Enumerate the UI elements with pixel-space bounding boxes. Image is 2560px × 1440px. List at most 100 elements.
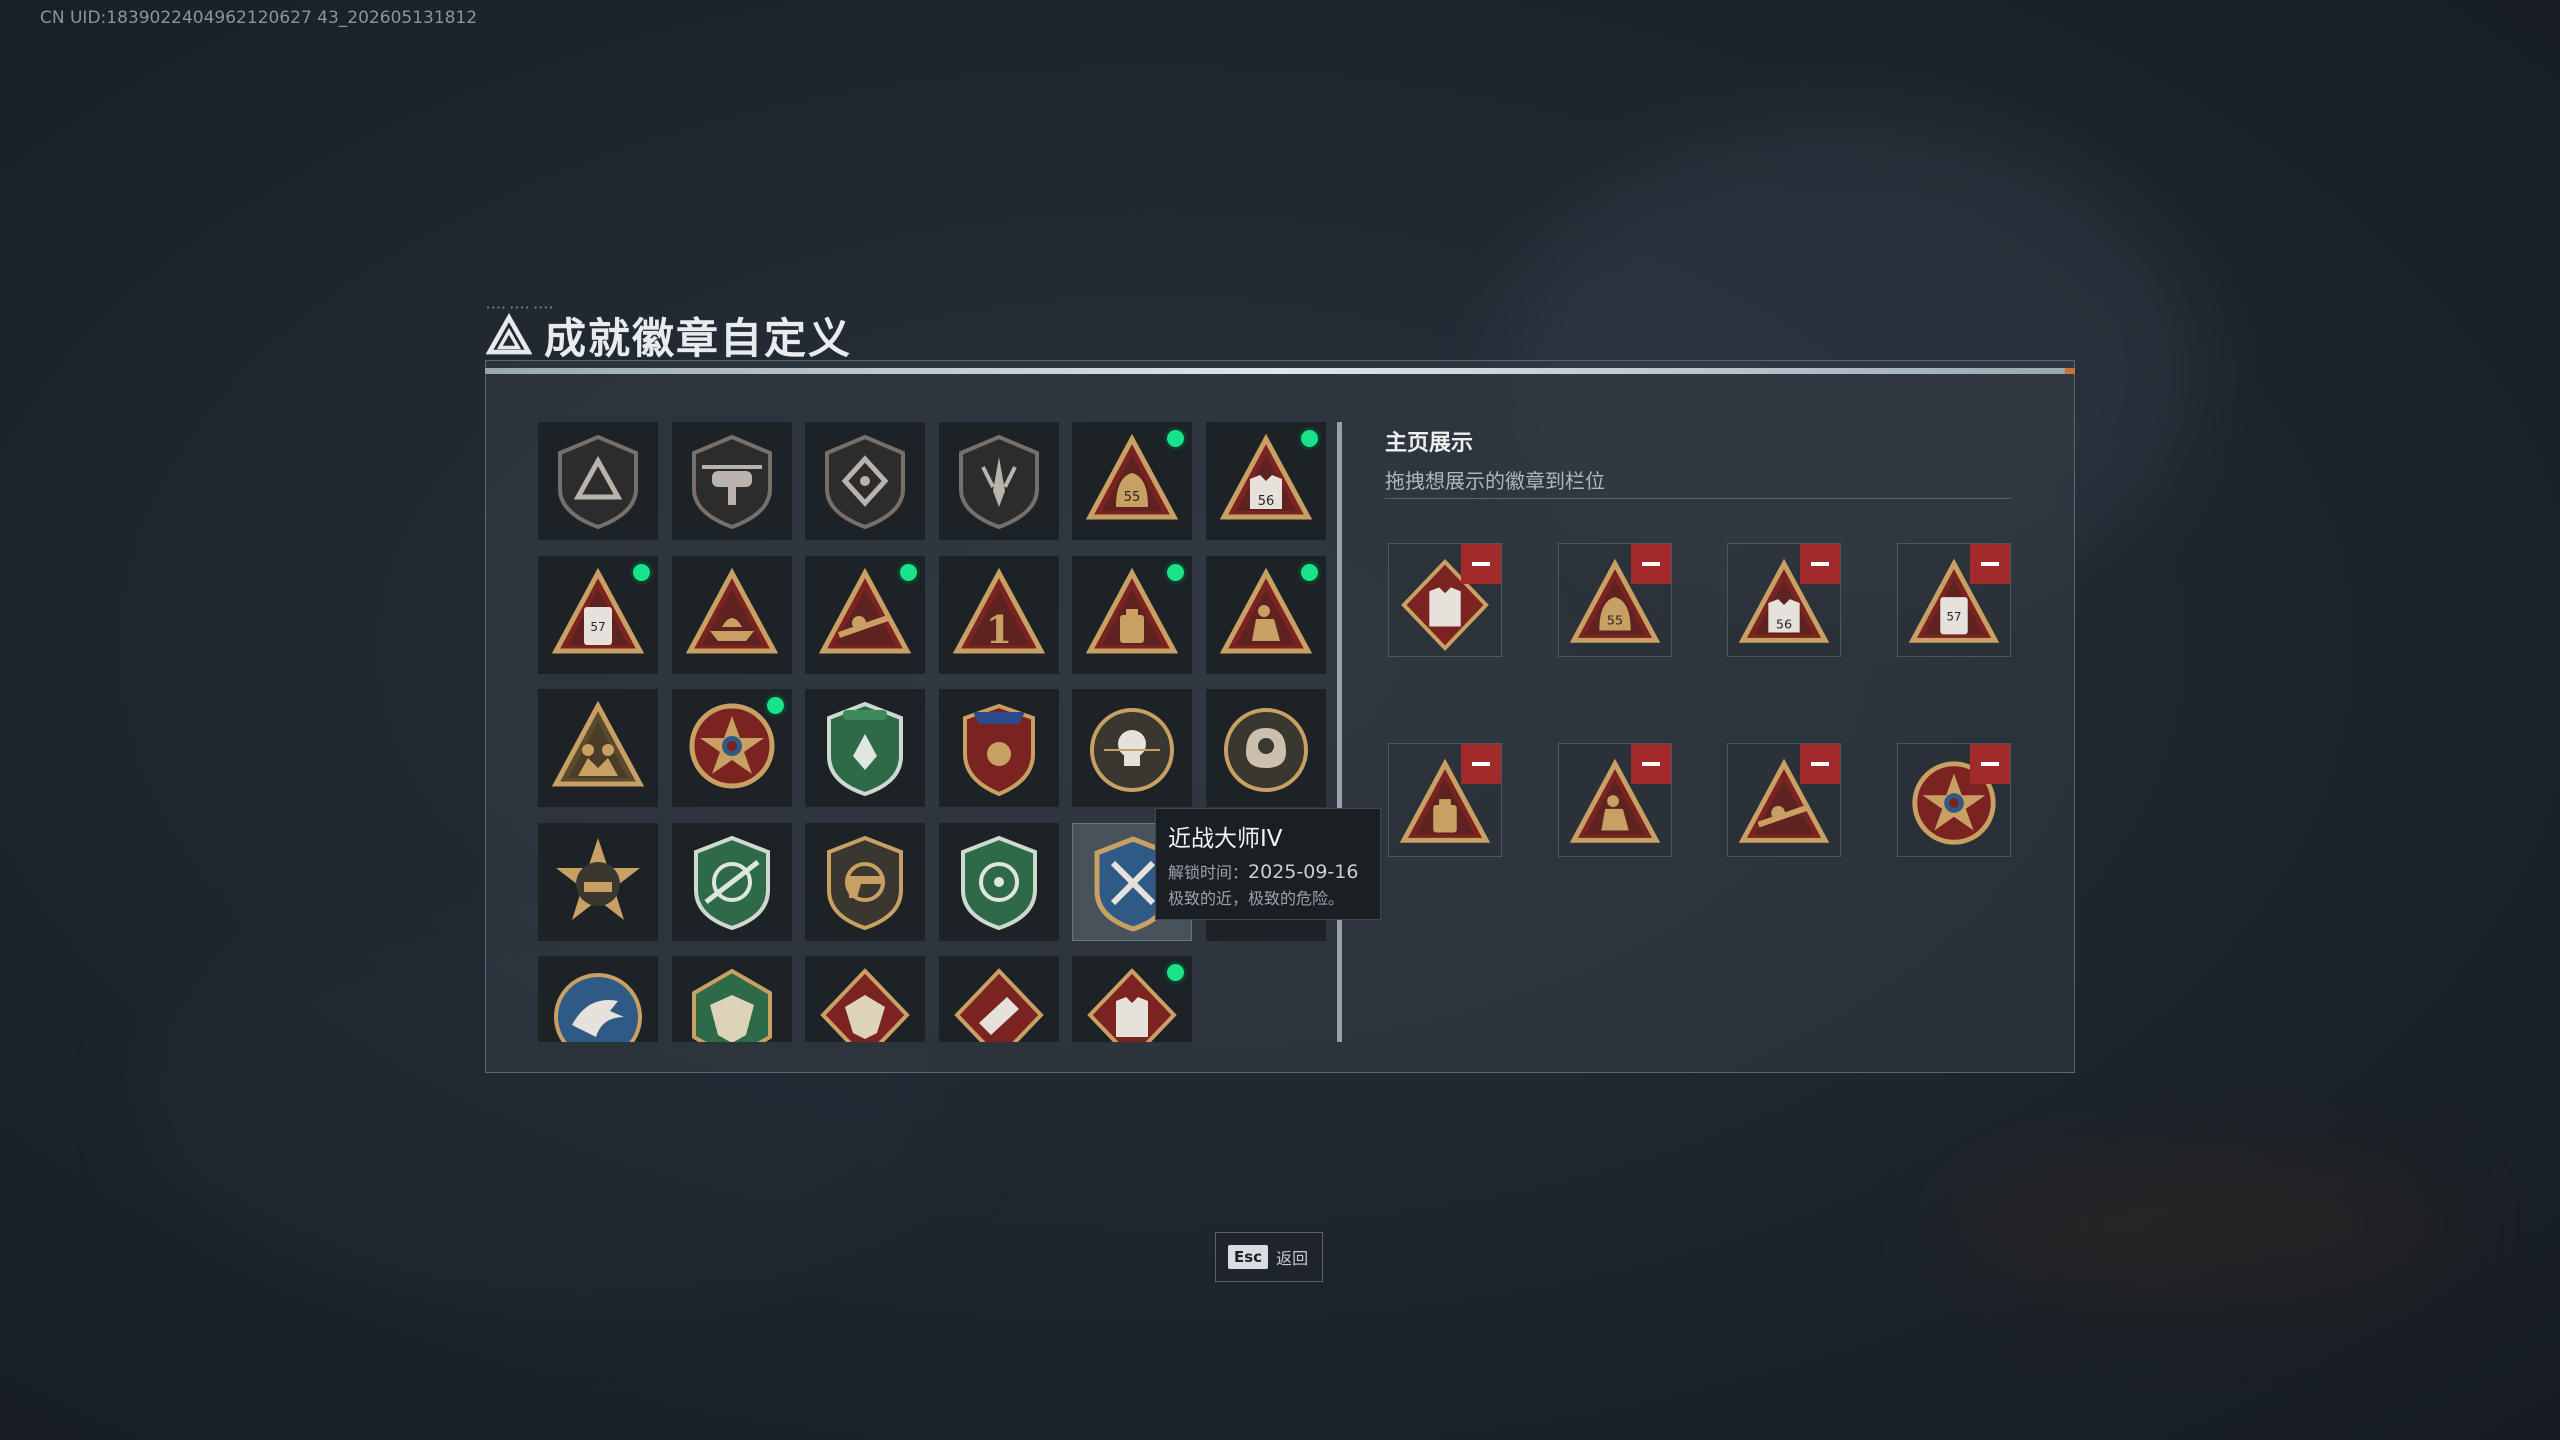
remove-badge-button[interactable] [1630,544,1671,584]
vest-56-badge-icon: 56 [1219,433,1312,520]
blade-shield-badge-icon [958,434,1039,530]
back-label: 返回 [1276,1249,1309,1268]
red-crest-badge-icon [962,703,1035,797]
new-indicator-dot [1167,964,1184,981]
badge-cell[interactable] [671,956,792,1042]
svg-text:55: 55 [1124,490,1141,505]
back-button[interactable]: Esc 返回 [1215,1232,1323,1282]
remove-badge-button[interactable] [1800,544,1841,584]
badge-cell[interactable] [938,422,1059,540]
uid-label: CN UID:1839022404962120627 43_2026051318… [40,8,478,28]
canister-57-badge-icon: 57 [551,567,645,653]
esc-key-icon: Esc [1228,1245,1269,1269]
showcase-subtitle: 拖拽想展示的徽章到栏位 [1385,469,1605,493]
badge-cell[interactable] [1205,689,1326,807]
sniper-triangle-badge-icon [818,567,912,653]
bag-55-badge-icon: 55 [1085,433,1179,520]
badge-cell[interactable] [1072,555,1192,674]
tooltip-title: 近战大师IV [1168,826,1283,852]
badge-cell[interactable] [538,956,658,1042]
badge-tooltip: 近战大师IV 解锁时间：2025-09-16 极致的近，极致的危险。 [1155,808,1381,920]
new-indicator-dot [1167,430,1184,447]
page-header: 成就徽章自定义 [486,305,852,366]
diamond-shield-badge-icon [825,434,905,530]
badge-cell[interactable] [805,822,925,941]
boat-triangle-badge-icon [685,567,778,653]
badge-cell[interactable] [538,822,658,941]
skull-medallion-badge-icon [1090,708,1174,792]
green-rifle-shield-badge-icon [693,835,770,930]
badge-cell[interactable] [938,689,1059,807]
badge-cell[interactable]: 55 [1072,422,1192,540]
showcase-divider [1385,498,2011,499]
badge-cell[interactable] [805,555,925,674]
tooltip-unlock-label: 解锁时间： [1168,863,1249,882]
badge-cell[interactable] [1072,956,1192,1042]
tooltip-description: 极致的近，极致的危险。 [1168,889,1345,908]
badge-cell[interactable] [671,422,792,540]
svg-text:55: 55 [1607,614,1623,629]
remove-badge-button[interactable] [1630,744,1671,784]
badge-cell[interactable] [671,689,792,807]
showcase-slot[interactable] [1388,743,1502,857]
green-crest-badge-icon [827,701,903,797]
panel-top-border [485,368,2075,374]
showcase-slot[interactable] [1557,743,1672,857]
remove-badge-button[interactable] [1461,544,1501,584]
svg-text:57: 57 [590,620,605,634]
badge-grid[interactable]: 55 56 57 1 [538,422,1328,1042]
badge-cell[interactable] [1072,689,1192,807]
svg-text:56: 56 [1257,494,1274,509]
remove-badge-button[interactable] [1461,744,1501,784]
squad-triangle-badge-icon [551,700,645,787]
badge-cell[interactable] [1205,555,1326,674]
showcase-slot[interactable] [1897,743,2012,857]
new-indicator-dot [1300,563,1318,581]
svg-text:1: 1 [985,607,1011,652]
number-one-triangle-badge-icon: 1 [952,567,1045,653]
showcase-slot[interactable]: 55 [1557,543,1672,657]
showcase-slot[interactable]: 56 [1727,543,1842,657]
crouch-soldier-triangle-badge-icon [1219,567,1312,653]
badge-grid-scrollbar[interactable] [1337,422,1342,1042]
helicopter-shield-badge-icon [691,434,772,530]
new-indicator-dot [900,563,917,581]
badge-cell[interactable] [538,689,658,807]
remove-badge-button[interactable] [1800,744,1841,784]
badge-cell[interactable] [805,689,925,807]
badge-cell[interactable] [938,956,1059,1042]
showcase-header: 主页展示 拖拽想展示的徽章到栏位 [1385,425,1605,494]
badge-cell[interactable] [671,822,792,941]
tooltip-unlock-date: 2025-09-16 [1248,861,1359,883]
new-indicator-dot [1300,430,1318,447]
red-beast-badge-icon [820,968,910,1042]
star-medal-badge-icon [689,703,774,789]
triangle-logo-icon [486,312,532,354]
new-indicator-dot [633,563,650,581]
showcase-slot[interactable]: 57 [1897,543,2012,657]
badge-cell[interactable] [805,422,925,540]
shield-triangle-badge-icon [558,434,638,530]
green-target-shield-badge-icon [960,835,1037,930]
badge-cell[interactable] [805,956,925,1042]
remove-badge-button[interactable] [1970,544,2011,584]
pistol-shield-badge-icon [827,835,903,930]
brain-medallion-badge-icon [1223,708,1308,792]
new-indicator-dot [1167,563,1184,581]
badge-cell[interactable] [538,422,658,540]
page-title: 成就徽章自定义 [544,314,853,363]
badge-cell[interactable]: 56 [1205,422,1326,540]
green-beast-badge-icon [691,968,772,1042]
badge-cell[interactable]: 57 [538,555,658,674]
badge-cell[interactable] [671,555,792,674]
badge-cell[interactable] [938,822,1059,941]
new-indicator-dot [766,697,784,714]
showcase-slot[interactable] [1727,743,1842,857]
showcase-slot[interactable] [1388,543,1502,657]
eagle-badge-icon [554,973,642,1042]
remove-badge-button[interactable] [1970,744,2011,784]
red-bandage-badge-icon [953,968,1044,1042]
backpack-triangle-badge-icon [1085,567,1179,653]
showcase-title: 主页展示 [1385,431,1474,456]
badge-cell[interactable]: 1 [938,555,1059,674]
